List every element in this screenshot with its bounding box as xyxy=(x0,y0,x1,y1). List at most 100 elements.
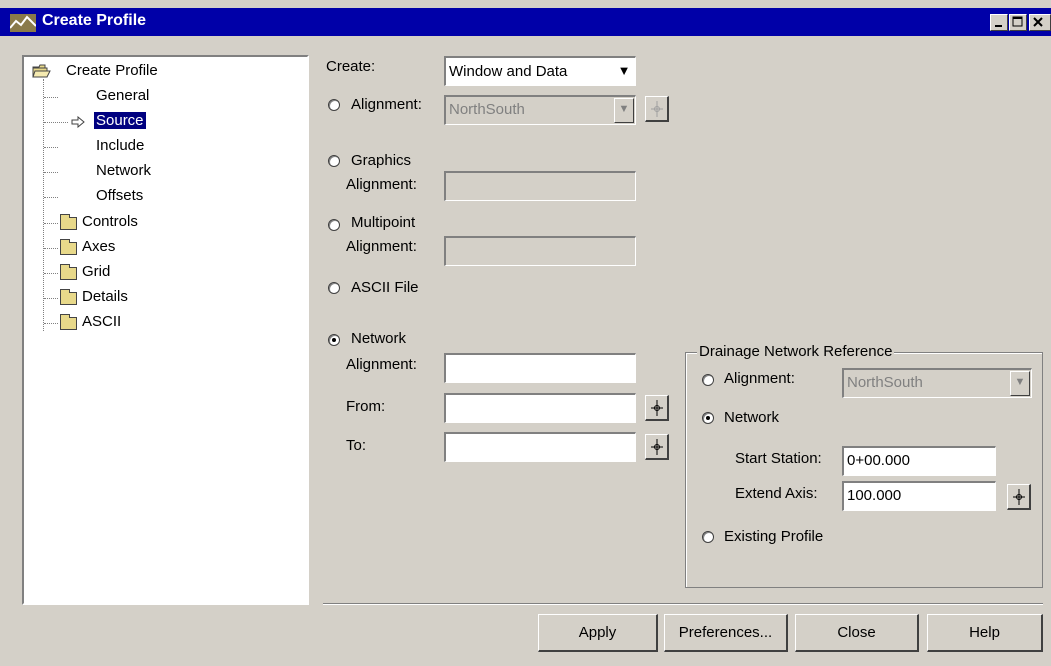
network-alignment-field[interactable] xyxy=(444,353,636,383)
ascii-file-label: ASCII File xyxy=(351,279,419,296)
tree-item-network[interactable]: Network xyxy=(96,161,151,181)
window-title: Create Profile xyxy=(42,12,147,29)
tree-branch xyxy=(44,248,58,249)
drainage-alignment-label: Alignment: xyxy=(724,370,795,387)
close-window-button[interactable] xyxy=(1029,14,1051,31)
maximize-button[interactable] xyxy=(1009,14,1027,31)
drainage-alignment-select[interactable]: NorthSouth ▼ xyxy=(842,368,1032,398)
title-bar[interactable]: Create Profile xyxy=(0,8,1051,36)
minimize-button[interactable] xyxy=(990,14,1008,31)
create-label: Create: xyxy=(326,58,376,75)
tree-root-create-profile[interactable]: Create Profile xyxy=(66,61,158,81)
from-field[interactable] xyxy=(444,393,636,423)
folder-icon xyxy=(60,264,77,280)
network-label: Network xyxy=(351,330,407,347)
alignment-radio[interactable] xyxy=(328,99,340,111)
tree-item-controls[interactable]: Controls xyxy=(82,212,138,232)
start-station-value: 0+00.000 xyxy=(847,452,910,469)
extend-axis-field[interactable]: 100.000 xyxy=(842,481,996,511)
create-select[interactable]: Window and Data ▼ xyxy=(444,56,636,86)
alignment-label: Alignment: xyxy=(351,96,422,113)
multipoint-label: Multipoint xyxy=(351,214,416,231)
create-select-value: Window and Data xyxy=(449,63,568,80)
create-profile-dialog: Create Profile Create Profile General So… xyxy=(0,0,1051,666)
crosshair-icon xyxy=(651,101,663,117)
from-pick-button[interactable] xyxy=(645,395,669,421)
drainage-alignment-value: NorthSouth xyxy=(847,374,923,391)
tree-item-details[interactable]: Details xyxy=(82,287,128,307)
apply-button[interactable]: Apply xyxy=(538,614,658,652)
graphics-alignment-field[interactable] xyxy=(444,171,636,201)
network-alignment-label: Alignment: xyxy=(346,356,417,373)
tree-branch xyxy=(44,323,58,324)
tree-branch xyxy=(44,298,58,299)
graphics-radio[interactable] xyxy=(328,155,340,167)
alignment-select[interactable]: NorthSouth ▼ xyxy=(444,95,636,125)
preferences-label: Preferences... xyxy=(679,624,772,641)
tree-item-offsets[interactable]: Offsets xyxy=(96,186,143,206)
extend-axis-pick-button[interactable] xyxy=(1007,484,1031,510)
help-label: Help xyxy=(969,624,1000,641)
start-station-field[interactable]: 0+00.000 xyxy=(842,446,996,476)
to-pick-button[interactable] xyxy=(645,434,669,460)
navigation-tree[interactable]: Create Profile General Source Include Ne… xyxy=(22,55,309,605)
chevron-down-icon[interactable]: ▼ xyxy=(614,98,634,123)
tree-branch xyxy=(44,147,58,148)
tree-item-grid[interactable]: Grid xyxy=(82,262,110,282)
crosshair-icon xyxy=(1013,489,1025,505)
chevron-down-icon[interactable]: ▼ xyxy=(1010,371,1030,396)
from-label: From: xyxy=(346,398,386,415)
graphics-label: Graphics xyxy=(351,152,412,169)
tree-item-general[interactable]: General xyxy=(96,86,149,106)
folder-icon xyxy=(60,239,77,255)
multipoint-alignment-field[interactable] xyxy=(444,236,636,266)
tree-branch xyxy=(44,97,58,98)
open-folder-icon xyxy=(32,64,51,78)
divider xyxy=(323,603,1043,605)
tree-branch xyxy=(44,122,68,123)
close-icon xyxy=(1033,17,1043,27)
to-field[interactable] xyxy=(444,432,636,462)
crosshair-icon xyxy=(651,439,663,455)
folder-icon xyxy=(60,214,77,230)
network-radio[interactable] xyxy=(328,334,340,346)
tree-item-ascii[interactable]: ASCII xyxy=(82,312,121,332)
help-button[interactable]: Help xyxy=(927,614,1043,652)
tree-connector xyxy=(43,79,44,331)
minimize-icon xyxy=(995,25,1002,27)
drainage-network-radio[interactable] xyxy=(702,412,714,424)
alignment-select-value: NorthSouth xyxy=(449,101,525,118)
tree-branch xyxy=(44,273,58,274)
graphics-alignment-label: Alignment: xyxy=(346,176,417,193)
tree-branch xyxy=(44,223,58,224)
drainage-alignment-radio[interactable] xyxy=(702,374,714,386)
chevron-down-icon[interactable]: ▼ xyxy=(614,59,634,84)
tree-item-include[interactable]: Include xyxy=(96,136,144,156)
preferences-text: Preferences... xyxy=(678,624,773,641)
close-button[interactable]: Close xyxy=(795,614,919,652)
multipoint-alignment-label: Alignment: xyxy=(346,238,417,255)
tree-item-axes[interactable]: Axes xyxy=(82,237,115,257)
preferences-button[interactable]: Preferences... xyxy=(664,614,788,652)
app-icon xyxy=(10,14,36,32)
crosshair-icon xyxy=(651,400,663,416)
folder-icon xyxy=(60,314,77,330)
tree-branch xyxy=(44,197,58,198)
extend-axis-value: 100.000 xyxy=(847,487,902,504)
start-station-label: Start Station: xyxy=(735,450,822,467)
to-label: To: xyxy=(346,437,367,454)
alignment-pick-button[interactable] xyxy=(645,96,669,122)
drainage-network-label: Network xyxy=(724,409,780,426)
tree-item-source-label: Source xyxy=(94,112,146,129)
ascii-file-radio[interactable] xyxy=(328,282,340,294)
drainage-group-title: Drainage Network Reference xyxy=(697,343,895,360)
extend-axis-label: Extend Axis: xyxy=(735,485,818,502)
current-arrow-icon xyxy=(71,116,85,128)
tree-branch xyxy=(44,172,58,173)
tree-item-source[interactable]: Source xyxy=(94,111,146,131)
multipoint-radio[interactable] xyxy=(328,219,340,231)
maximize-icon xyxy=(1012,16,1023,27)
folder-icon xyxy=(60,289,77,305)
existing-profile-label: Existing Profile xyxy=(724,528,824,545)
existing-profile-radio[interactable] xyxy=(702,531,714,543)
